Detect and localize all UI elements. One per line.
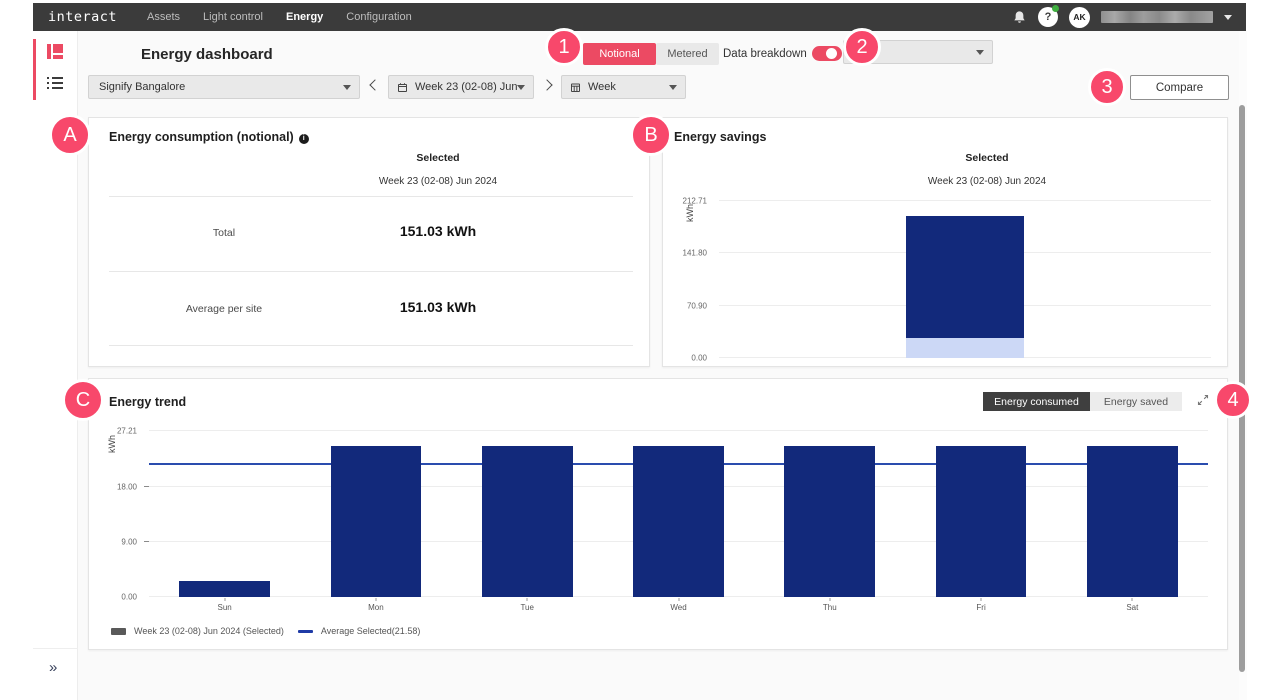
legend-label: Average Selected(21.58) [321,626,420,636]
annotation-marker-1: 1 [545,28,583,66]
average-row-label: Average per site [174,303,274,315]
nav-item-assets[interactable]: Assets [147,11,180,23]
chevron-down-icon [976,50,984,55]
period-select[interactable]: Week 23 (02-08) Jun 2024 [388,75,534,99]
annotation-marker-B: B [630,114,672,156]
avatar[interactable]: AK [1069,7,1090,28]
chevron-down-icon [669,85,677,90]
legend-item-selected-week[interactable]: Week 23 (02-08) Jun 2024 (Selected) [111,626,284,636]
notional-button[interactable]: Notional [583,43,656,65]
nav-item-configuration[interactable]: Configuration [346,11,411,23]
total-row-value: 151.03 kWh [338,223,538,239]
divider [109,271,633,272]
screen: interact Assets Light control Energy Con… [0,0,1280,700]
next-period-chevron-right-icon[interactable] [541,79,552,90]
divider [109,196,633,197]
annotation-marker-C: C [62,379,104,421]
consumption-period: Week 23 (02-08) Jun 2024 [338,176,538,187]
app-window: interact Assets Light control Energy Con… [33,3,1246,700]
redacted-username [1101,11,1213,23]
energy-consumption-panel: Energy consumption (notional)i Selected … [88,117,650,367]
top-nav: interact Assets Light control Energy Con… [33,3,1246,31]
total-row-label: Total [174,227,274,239]
period-select-value: Week 23 (02-08) Jun 2024 [408,81,517,93]
trend-y-axis: 0.009.0018.0027.21 [89,431,143,597]
help-icon[interactable]: ? [1038,7,1058,27]
interact-logo: interact [48,9,117,25]
data-breakdown-toggle[interactable] [812,46,842,61]
help-status-dot [1052,5,1059,12]
annotation-marker-A: A [49,114,91,156]
granularity-select[interactable]: Week [561,75,686,99]
sidebar-footer-divider [33,648,78,649]
user-menu-chevron-down-icon[interactable] [1224,15,1232,20]
page-title: Energy dashboard [141,46,273,63]
site-select-value: Signify Bangalore [89,81,343,93]
energy-trend-chart: kWh 0.009.0018.0027.21 SunMonTueWedThuFr… [89,379,1227,649]
data-breakdown-label: Data breakdown [723,48,807,60]
chevron-down-icon [517,85,525,90]
calendar-week-icon [570,82,581,93]
sidebar-expand-chevrons[interactable]: » [49,659,57,676]
previous-period-chevron-left-icon[interactable] [369,79,380,90]
trend-plot-area [149,431,1208,597]
trend-x-axis: SunMonTueWedThuFriSat [149,598,1208,614]
trend-legend: Week 23 (02-08) Jun 2024 (Selected) Aver… [111,626,420,636]
dashboard-icon[interactable] [47,44,64,59]
calendar-icon [397,82,408,93]
site-select[interactable]: Signify Bangalore [88,75,360,99]
energy-trend-panel: Energy trend Energy consumed Energy save… [88,378,1228,650]
chevron-down-icon [343,85,351,90]
legend-swatch-line [298,630,313,633]
annotation-marker-3: 3 [1088,68,1126,106]
legend-label: Week 23 (02-08) Jun 2024 (Selected) [134,626,284,636]
consumption-column-header: Selected [338,152,538,164]
metered-button[interactable]: Metered [656,43,719,65]
energy-savings-panel: Energy savings Selected Week 23 (02-08) … [662,117,1228,367]
notifications-bell-icon[interactable] [1012,10,1027,25]
compare-button[interactable]: Compare [1130,75,1229,100]
average-row-value: 151.03 kWh [338,299,538,315]
annotation-marker-4: 4 [1214,381,1252,419]
toggle-knob [826,48,837,59]
nav-item-energy[interactable]: Energy [286,11,323,23]
divider [109,345,633,346]
savings-plot-area [719,201,1211,358]
consumption-panel-title: Energy consumption (notional) i [109,130,309,144]
energy-savings-chart: kWh 0.0070.90141.80212.71 [663,118,1227,366]
nav-right-group: ? AK [1012,7,1232,28]
nav-item-light-control[interactable]: Light control [203,11,263,23]
savings-y-axis: 0.0070.90141.80212.71 [663,201,713,358]
legend-item-average[interactable]: Average Selected(21.58) [298,626,420,636]
consumption-title-text: Energy consumption (notional) [109,130,294,144]
annotation-marker-2: 2 [843,28,881,66]
granularity-select-value: Week [581,81,669,93]
legend-swatch-bar [111,628,126,635]
sidebar-active-indicator [33,39,36,100]
list-icon[interactable] [47,77,63,90]
info-icon[interactable]: i [299,134,309,144]
